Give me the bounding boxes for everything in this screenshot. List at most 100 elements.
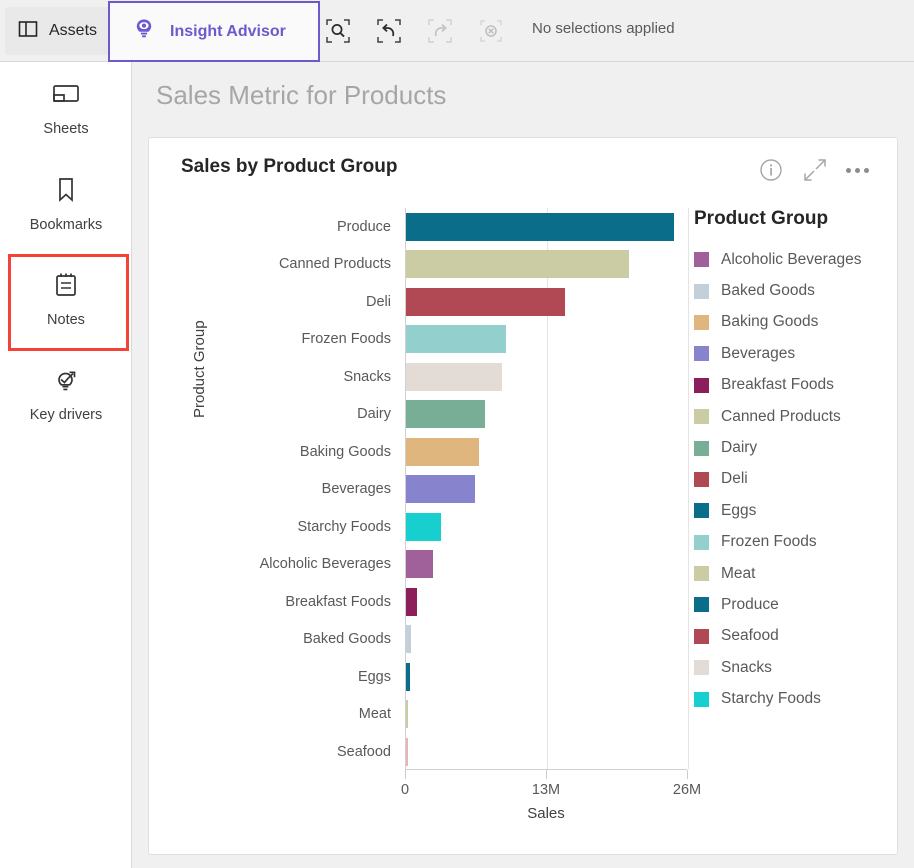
assets-button[interactable]: Assets	[5, 7, 114, 55]
bar[interactable]	[406, 400, 485, 429]
sidebar-item-bookmarks[interactable]: Bookmarks	[0, 157, 132, 252]
info-icon[interactable]	[758, 157, 784, 183]
step-forward-icon	[427, 18, 453, 44]
bar-row[interactable]	[406, 246, 687, 284]
legend-item-label: Meat	[721, 564, 756, 582]
bar[interactable]	[406, 250, 630, 279]
legend-item-label: Produce	[721, 595, 779, 613]
bar-row[interactable]	[406, 696, 687, 734]
bar-chart: Product Group Produce Canned Products Deli…	[149, 200, 899, 850]
page-title: Sales Metric for Products	[156, 80, 447, 110]
step-back-icon[interactable]	[376, 18, 402, 44]
clear-selections-icon	[478, 18, 504, 44]
panel-layout-icon	[17, 18, 39, 45]
y-axis-tick-labels: Produce Canned Products Deli Frozen Foods Sn…	[209, 208, 399, 771]
selection-search-icon[interactable]	[325, 18, 351, 44]
legend-item[interactable]: Baked Goods	[694, 275, 894, 306]
y-axis-tick-label[interactable]: Eggs	[209, 658, 399, 696]
legend-swatch	[694, 377, 709, 393]
legend-swatch	[694, 314, 709, 330]
y-axis-tick-label[interactable]: Frozen Foods	[209, 321, 399, 359]
bar-row[interactable]	[406, 471, 687, 509]
legend-swatch	[694, 346, 709, 362]
bar-row[interactable]	[406, 321, 687, 359]
legend-swatch	[694, 691, 709, 707]
legend-item[interactable]: Eggs	[694, 495, 894, 526]
bar-row[interactable]	[406, 358, 687, 396]
y-axis-tick-label[interactable]: Snacks	[209, 358, 399, 396]
bar[interactable]	[406, 287, 565, 316]
bar-row[interactable]	[406, 396, 687, 434]
bar[interactable]	[406, 700, 408, 729]
expand-icon[interactable]	[802, 157, 828, 183]
bar-row[interactable]	[406, 546, 687, 584]
bar[interactable]	[406, 362, 502, 391]
chart-legend: Product Group Alcoholic Beverages Baked G…	[694, 208, 894, 715]
bar-row[interactable]	[406, 583, 687, 621]
bar-row[interactable]	[406, 433, 687, 471]
legend-swatch	[694, 597, 709, 613]
sheets-icon	[51, 82, 81, 113]
y-axis-tick-label[interactable]: Produce	[209, 208, 399, 246]
legend-item-label: Baking Goods	[721, 313, 819, 331]
legend-item-label: Alcoholic Beverages	[721, 250, 862, 268]
legend-item[interactable]: Starchy Foods	[694, 683, 894, 714]
legend-item-label: Deli	[721, 470, 748, 488]
bar[interactable]	[406, 512, 442, 541]
y-axis-tick-label[interactable]: Canned Products	[209, 246, 399, 284]
legend-item[interactable]: Alcoholic Beverages	[694, 244, 894, 275]
y-axis-tick-label[interactable]: Baked Goods	[209, 621, 399, 659]
bar[interactable]	[406, 662, 411, 691]
y-axis-tick-label[interactable]: Dairy	[209, 396, 399, 434]
sidebar-item-key-drivers-label: Key drivers	[29, 407, 103, 423]
bar[interactable]	[406, 437, 479, 466]
tab-insight-advisor[interactable]: Insight Advisor	[108, 1, 320, 62]
sidebar-item-notes[interactable]: Notes	[0, 252, 132, 351]
y-axis-tick-label[interactable]: Deli	[209, 283, 399, 321]
sidebar-item-sheets[interactable]: Sheets	[0, 62, 132, 157]
y-axis-tick-label[interactable]: Beverages	[209, 471, 399, 509]
legend-swatch	[694, 283, 709, 299]
bar-row[interactable]	[406, 621, 687, 659]
x-axis-tick-label: 13M	[531, 782, 561, 798]
legend-item[interactable]: Produce	[694, 589, 894, 620]
bar-row[interactable]	[406, 208, 687, 246]
y-axis-tick-label[interactable]: Meat	[209, 696, 399, 734]
bar[interactable]	[406, 325, 506, 354]
legend-item[interactable]: Dairy	[694, 432, 894, 463]
chart-card-actions	[748, 144, 879, 196]
legend-item-label: Snacks	[721, 658, 772, 676]
chart-card: Sales by Product Group Product Group Pro…	[148, 137, 898, 855]
legend-swatch	[694, 440, 709, 456]
sidebar-item-key-drivers[interactable]: Key drivers	[0, 347, 132, 442]
y-axis-tick-label[interactable]: Alcoholic Beverages	[209, 546, 399, 584]
key-drivers-icon	[51, 366, 81, 399]
legend-item[interactable]: Seafood	[694, 621, 894, 652]
y-axis-tick-label[interactable]: Breakfast Foods	[209, 583, 399, 621]
bar-row[interactable]	[406, 283, 687, 321]
y-axis-tick-label[interactable]: Baking Goods	[209, 433, 399, 471]
bar-row[interactable]	[406, 508, 687, 546]
bar[interactable]	[406, 212, 674, 241]
legend-item[interactable]: Deli	[694, 464, 894, 495]
bar-row[interactable]	[406, 733, 687, 771]
legend-item[interactable]: Frozen Foods	[694, 527, 894, 558]
legend-item[interactable]: Breakfast Foods	[694, 370, 894, 401]
bar[interactable]	[406, 475, 476, 504]
legend-item[interactable]: Beverages	[694, 338, 894, 369]
legend-item[interactable]: Baking Goods	[694, 307, 894, 338]
bar[interactable]	[406, 587, 417, 616]
legend-item-label: Beverages	[721, 344, 796, 362]
legend-item[interactable]: Canned Products	[694, 401, 894, 432]
bar[interactable]	[406, 737, 408, 766]
top-toolbar: Assets Insight Advisor No selections app…	[0, 0, 914, 62]
legend-item-label: Baked Goods	[721, 282, 815, 300]
legend-item[interactable]: Snacks	[694, 652, 894, 683]
y-axis-tick-label[interactable]: Starchy Foods	[209, 508, 399, 546]
more-options-icon[interactable]	[846, 167, 869, 173]
bar[interactable]	[406, 625, 412, 654]
bar-row[interactable]	[406, 658, 687, 696]
bar[interactable]	[406, 550, 434, 579]
y-axis-tick-label[interactable]: Seafood	[209, 733, 399, 771]
legend-item[interactable]: Meat	[694, 558, 894, 589]
